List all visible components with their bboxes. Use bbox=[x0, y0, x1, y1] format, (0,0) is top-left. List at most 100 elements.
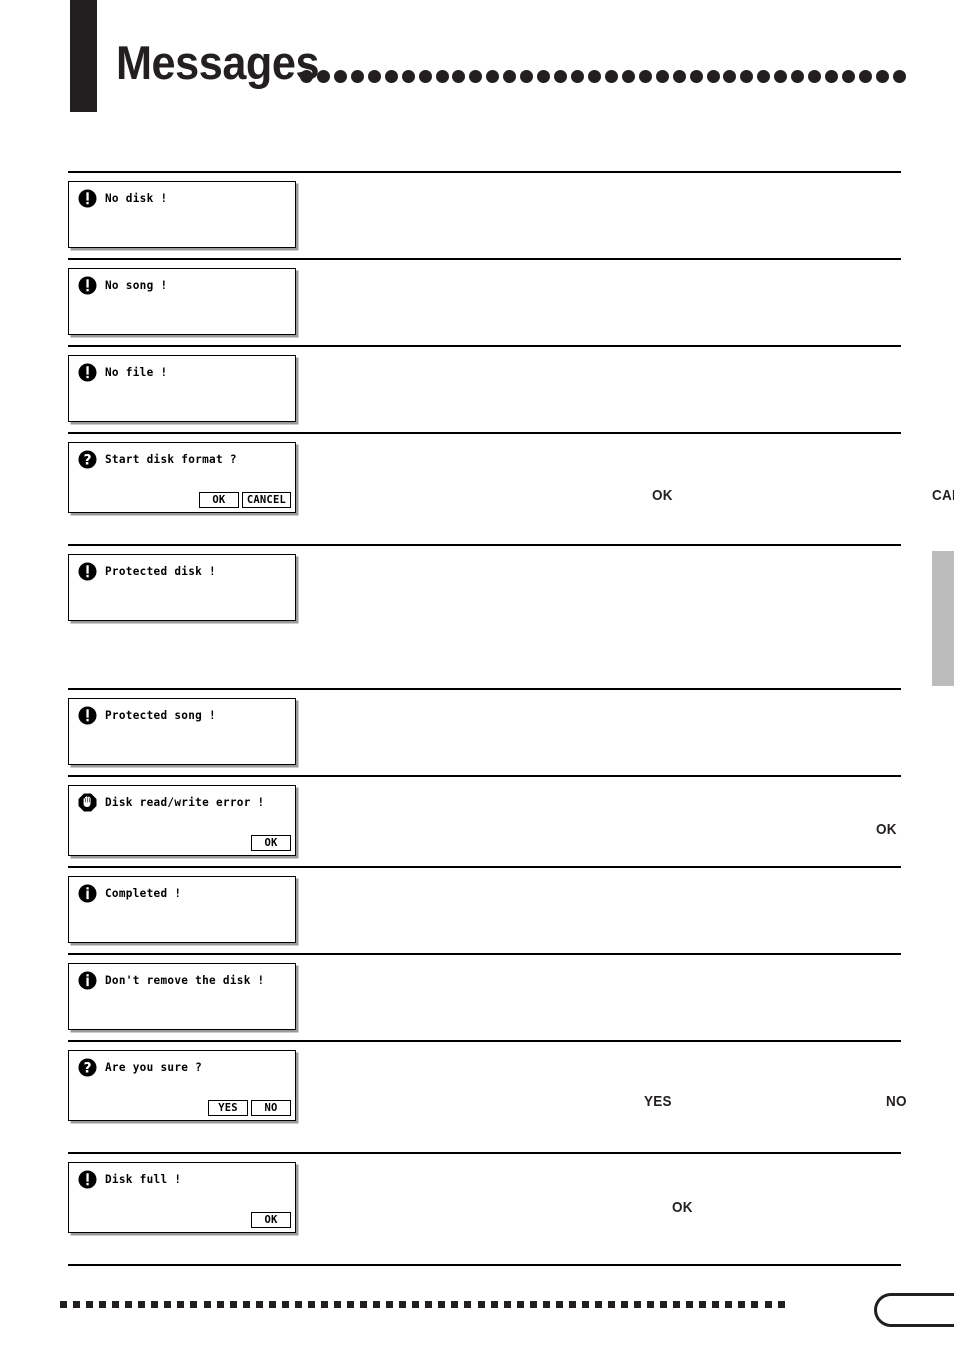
footer-dot-rule bbox=[60, 1300, 785, 1308]
title-dot bbox=[537, 69, 551, 83]
title-dot bbox=[300, 69, 313, 83]
title-dot bbox=[723, 69, 737, 83]
title-dot bbox=[706, 69, 720, 83]
lcd-dialog-header: No disk ! bbox=[69, 182, 295, 208]
title-dot bbox=[587, 69, 601, 83]
title-dot bbox=[554, 69, 568, 83]
footer-dot bbox=[621, 1300, 629, 1308]
message-dialog-cell: Don't remove the disk ! bbox=[68, 955, 304, 1040]
key-reference-no: NO bbox=[886, 1093, 907, 1110]
title-dot bbox=[774, 69, 788, 83]
lcd-button-no[interactable]: NO bbox=[251, 1100, 291, 1116]
title-dot bbox=[842, 69, 855, 83]
footer-dot bbox=[438, 1300, 446, 1308]
message-row: Disk full ! OK OK bbox=[68, 1152, 901, 1266]
title-dot bbox=[740, 69, 754, 83]
message-dialog-cell: Protected song ! bbox=[68, 690, 304, 775]
title-dot bbox=[672, 69, 686, 83]
lcd-message-text: Protected song ! bbox=[105, 708, 216, 722]
message-row: No disk ! bbox=[68, 171, 901, 258]
exclamation-circle-icon bbox=[78, 189, 97, 208]
lcd-dialog-header: Don't remove the disk ! bbox=[69, 964, 295, 990]
message-row: No song ! bbox=[68, 258, 901, 345]
lcd-dialog-header: Disk read/write error ! bbox=[69, 786, 295, 812]
title-dot bbox=[825, 69, 839, 83]
lcd-message-text: Disk full ! bbox=[105, 1172, 182, 1186]
title-dot bbox=[689, 69, 703, 83]
footer-dot bbox=[464, 1300, 472, 1308]
lcd-button-ok[interactable]: OK bbox=[198, 492, 239, 508]
footer-dot bbox=[190, 1300, 198, 1308]
footer-dot bbox=[712, 1300, 720, 1308]
page-header: Messages bbox=[0, 0, 954, 150]
lcd-dialog-header: No song ! bbox=[69, 269, 295, 295]
footer-dot bbox=[673, 1300, 681, 1308]
question-circle-icon: ? bbox=[78, 1058, 97, 1077]
footer-dot bbox=[425, 1300, 433, 1308]
lcd-dialog-dont-remove-the-disk: Don't remove the disk ! bbox=[68, 963, 296, 1030]
footer-dot bbox=[529, 1300, 537, 1308]
title-dot bbox=[621, 69, 635, 83]
footer-dot bbox=[399, 1300, 407, 1308]
lcd-button-ok[interactable]: OK bbox=[251, 835, 291, 851]
footer-dot bbox=[634, 1300, 642, 1308]
title-dot bbox=[401, 69, 415, 83]
lcd-button-ok[interactable]: OK bbox=[251, 1212, 291, 1228]
title-dot bbox=[808, 69, 822, 83]
lcd-dialog-disk-full: Disk full ! OK bbox=[68, 1162, 296, 1233]
message-row: Protected disk ! bbox=[68, 544, 901, 688]
footer-dot bbox=[699, 1300, 707, 1308]
message-dialog-cell: Disk full ! OK bbox=[68, 1154, 304, 1243]
footer-dot bbox=[490, 1300, 498, 1308]
message-dialog-cell: ? Start disk format ? OK CANCEL bbox=[68, 434, 304, 523]
message-description-cell: OK bbox=[304, 777, 901, 838]
lcd-dialog-protected-song: Protected song ! bbox=[68, 698, 296, 765]
footer-dot bbox=[738, 1300, 746, 1308]
message-description-cell bbox=[304, 546, 901, 688]
title-dot bbox=[333, 69, 347, 83]
lcd-dialog-no-disk: No disk ! bbox=[68, 181, 296, 248]
lcd-button-yes[interactable]: YES bbox=[208, 1100, 248, 1116]
footer-page-tab bbox=[874, 1293, 954, 1327]
title-dot bbox=[520, 69, 534, 83]
lcd-dialog-are-you-sure: ? Are you sure ? YES NO bbox=[68, 1050, 296, 1121]
question-circle-icon: ? bbox=[78, 450, 97, 469]
lcd-dialog-header: ? Are you sure ? bbox=[69, 1051, 295, 1077]
footer-dot bbox=[516, 1300, 524, 1308]
lcd-button-group: OK bbox=[251, 835, 291, 851]
lcd-message-text: No file ! bbox=[105, 365, 168, 379]
lcd-button-cancel[interactable]: CANCEL bbox=[241, 492, 291, 508]
footer-dot bbox=[686, 1300, 694, 1308]
lcd-dialog-protected-disk: Protected disk ! bbox=[68, 554, 296, 621]
footer-dot bbox=[660, 1300, 668, 1308]
key-reference-cancel: CANCEL bbox=[932, 487, 954, 504]
message-row: Protected song ! bbox=[68, 688, 901, 775]
exclamation-circle-icon bbox=[78, 1170, 97, 1189]
message-row: ? Are you sure ? YES NO YES NO bbox=[68, 1040, 907, 1152]
message-dialog-cell: No file ! bbox=[68, 347, 304, 432]
lcd-button-group: OK bbox=[251, 1212, 291, 1228]
footer-dot bbox=[333, 1300, 341, 1308]
message-description-cell bbox=[304, 173, 901, 233]
message-description-cell: OK bbox=[304, 1154, 901, 1264]
footer-dot bbox=[386, 1300, 394, 1308]
footer-dot bbox=[151, 1300, 159, 1308]
footer-dot bbox=[307, 1300, 315, 1308]
footer-dot bbox=[99, 1300, 107, 1308]
title-dot bbox=[757, 69, 771, 83]
title-dot bbox=[892, 69, 906, 83]
lcd-dialog-disk-read-write-error: Disk read/write error ! OK bbox=[68, 785, 296, 856]
message-row: Completed ! bbox=[68, 866, 901, 953]
lcd-message-text: Start disk format ? bbox=[105, 452, 237, 466]
title-dot bbox=[604, 69, 618, 83]
message-description-cell bbox=[304, 955, 901, 1015]
footer-dot bbox=[164, 1300, 172, 1308]
title-dot bbox=[791, 69, 805, 83]
exclamation-circle-icon bbox=[78, 562, 97, 581]
footer-dot bbox=[255, 1300, 263, 1308]
svg-text:?: ? bbox=[83, 1061, 91, 1077]
message-description-cell bbox=[304, 260, 901, 320]
message-description-cell bbox=[304, 868, 901, 928]
key-reference-ok: OK bbox=[876, 821, 897, 838]
message-description-cell bbox=[304, 690, 901, 750]
